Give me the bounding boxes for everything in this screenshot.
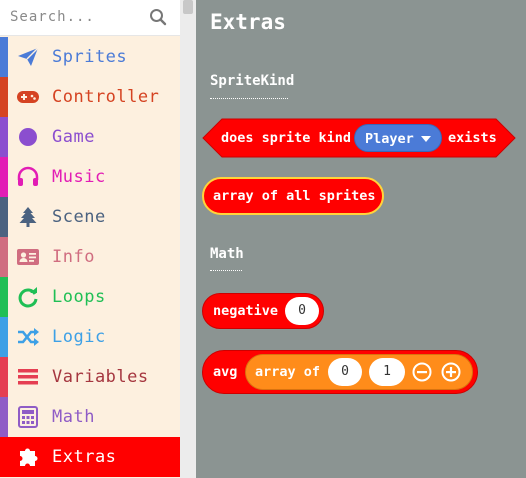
category-color-bar [0, 237, 8, 277]
headphones-icon [17, 166, 39, 186]
category-variables[interactable]: Variables [0, 357, 180, 397]
category-color-bar [0, 277, 8, 317]
flyout-title: Extras [210, 10, 286, 34]
block-label: array of all sprites [213, 188, 376, 204]
category-label: Controller [52, 87, 160, 107]
category-color-bar [0, 77, 8, 117]
block-text-suffix: exists [448, 130, 497, 146]
id-card-icon [17, 249, 39, 265]
category-color-bar [0, 197, 8, 237]
search-icon[interactable] [149, 8, 167, 26]
category-color-bar [0, 157, 8, 197]
category-color-bar [0, 357, 8, 397]
calculator-icon [18, 406, 38, 428]
section-heading-spritekind: SpriteKind [210, 73, 295, 89]
gamepad-icon [17, 91, 39, 103]
category-color-bar [0, 397, 8, 437]
category-label: Math [52, 407, 95, 427]
shuffle-icon [18, 328, 39, 346]
chevron-down-icon [421, 136, 431, 142]
scrollbar-thumb[interactable] [183, 0, 193, 14]
number-input[interactable]: 0 [285, 297, 319, 325]
category-color-bar [0, 37, 8, 77]
number-input[interactable]: 0 [328, 358, 362, 386]
category-color-bar [0, 117, 8, 157]
minus-circle-icon[interactable] [412, 362, 432, 382]
toolbox-sidebar: Sprites Controller Game Music [0, 0, 180, 478]
avg-block[interactable]: avg array of 0 1 [202, 350, 478, 394]
category-label: Sprites [52, 47, 128, 67]
tree-icon [19, 207, 37, 227]
block-label: negative [213, 303, 279, 319]
category-game[interactable]: Game [0, 117, 180, 157]
block-text-prefix: does sprite kind [221, 130, 352, 146]
negative-block[interactable]: negative 0 [202, 293, 324, 329]
block-label: avg [213, 364, 238, 380]
array-of-all-sprites-block[interactable]: array of all sprites [202, 177, 384, 215]
category-label: Game [52, 127, 95, 147]
category-label: Info [52, 247, 95, 267]
block-flyout: Extras SpriteKind does sprite kind Playe… [196, 0, 526, 478]
category-label: Music [52, 167, 106, 187]
does-sprite-kind-exists-block[interactable]: does sprite kind Player exists [202, 118, 516, 158]
list-icon [18, 369, 38, 385]
category-loops[interactable]: Loops [0, 277, 180, 317]
category-label: Loops [52, 287, 106, 307]
category-label: Logic [52, 327, 106, 347]
category-info[interactable]: Info [0, 237, 180, 277]
sprite-kind-dropdown[interactable]: Player [354, 124, 442, 152]
search-input[interactable] [10, 7, 140, 27]
category-label: Variables [52, 367, 149, 387]
refresh-icon [18, 287, 38, 308]
category-extras[interactable]: Extras [0, 437, 180, 477]
category-sprites[interactable]: Sprites [0, 37, 180, 77]
category-color-bar [0, 317, 8, 357]
category-music[interactable]: Music [0, 157, 180, 197]
category-controller[interactable]: Controller [0, 77, 180, 117]
number-input[interactable]: 1 [369, 358, 405, 386]
circle-icon [19, 128, 37, 146]
section-underline [210, 98, 288, 99]
category-label: Extras [52, 447, 117, 467]
block-label: array of [255, 364, 321, 380]
section-heading-math: Math [210, 246, 244, 262]
category-math[interactable]: Math [0, 397, 180, 437]
array-of-block[interactable]: array of 0 1 [245, 354, 473, 390]
category-label: Scene [52, 207, 106, 227]
paper-plane-icon [18, 47, 39, 66]
search-box [0, 0, 180, 36]
sidebar-scrollbar[interactable] [180, 0, 196, 478]
section-underline [210, 270, 242, 271]
puzzle-icon [20, 448, 38, 466]
category-scene[interactable]: Scene [0, 197, 180, 237]
dropdown-value: Player [365, 131, 414, 147]
plus-circle-icon[interactable] [441, 362, 461, 382]
category-logic[interactable]: Logic [0, 317, 180, 357]
